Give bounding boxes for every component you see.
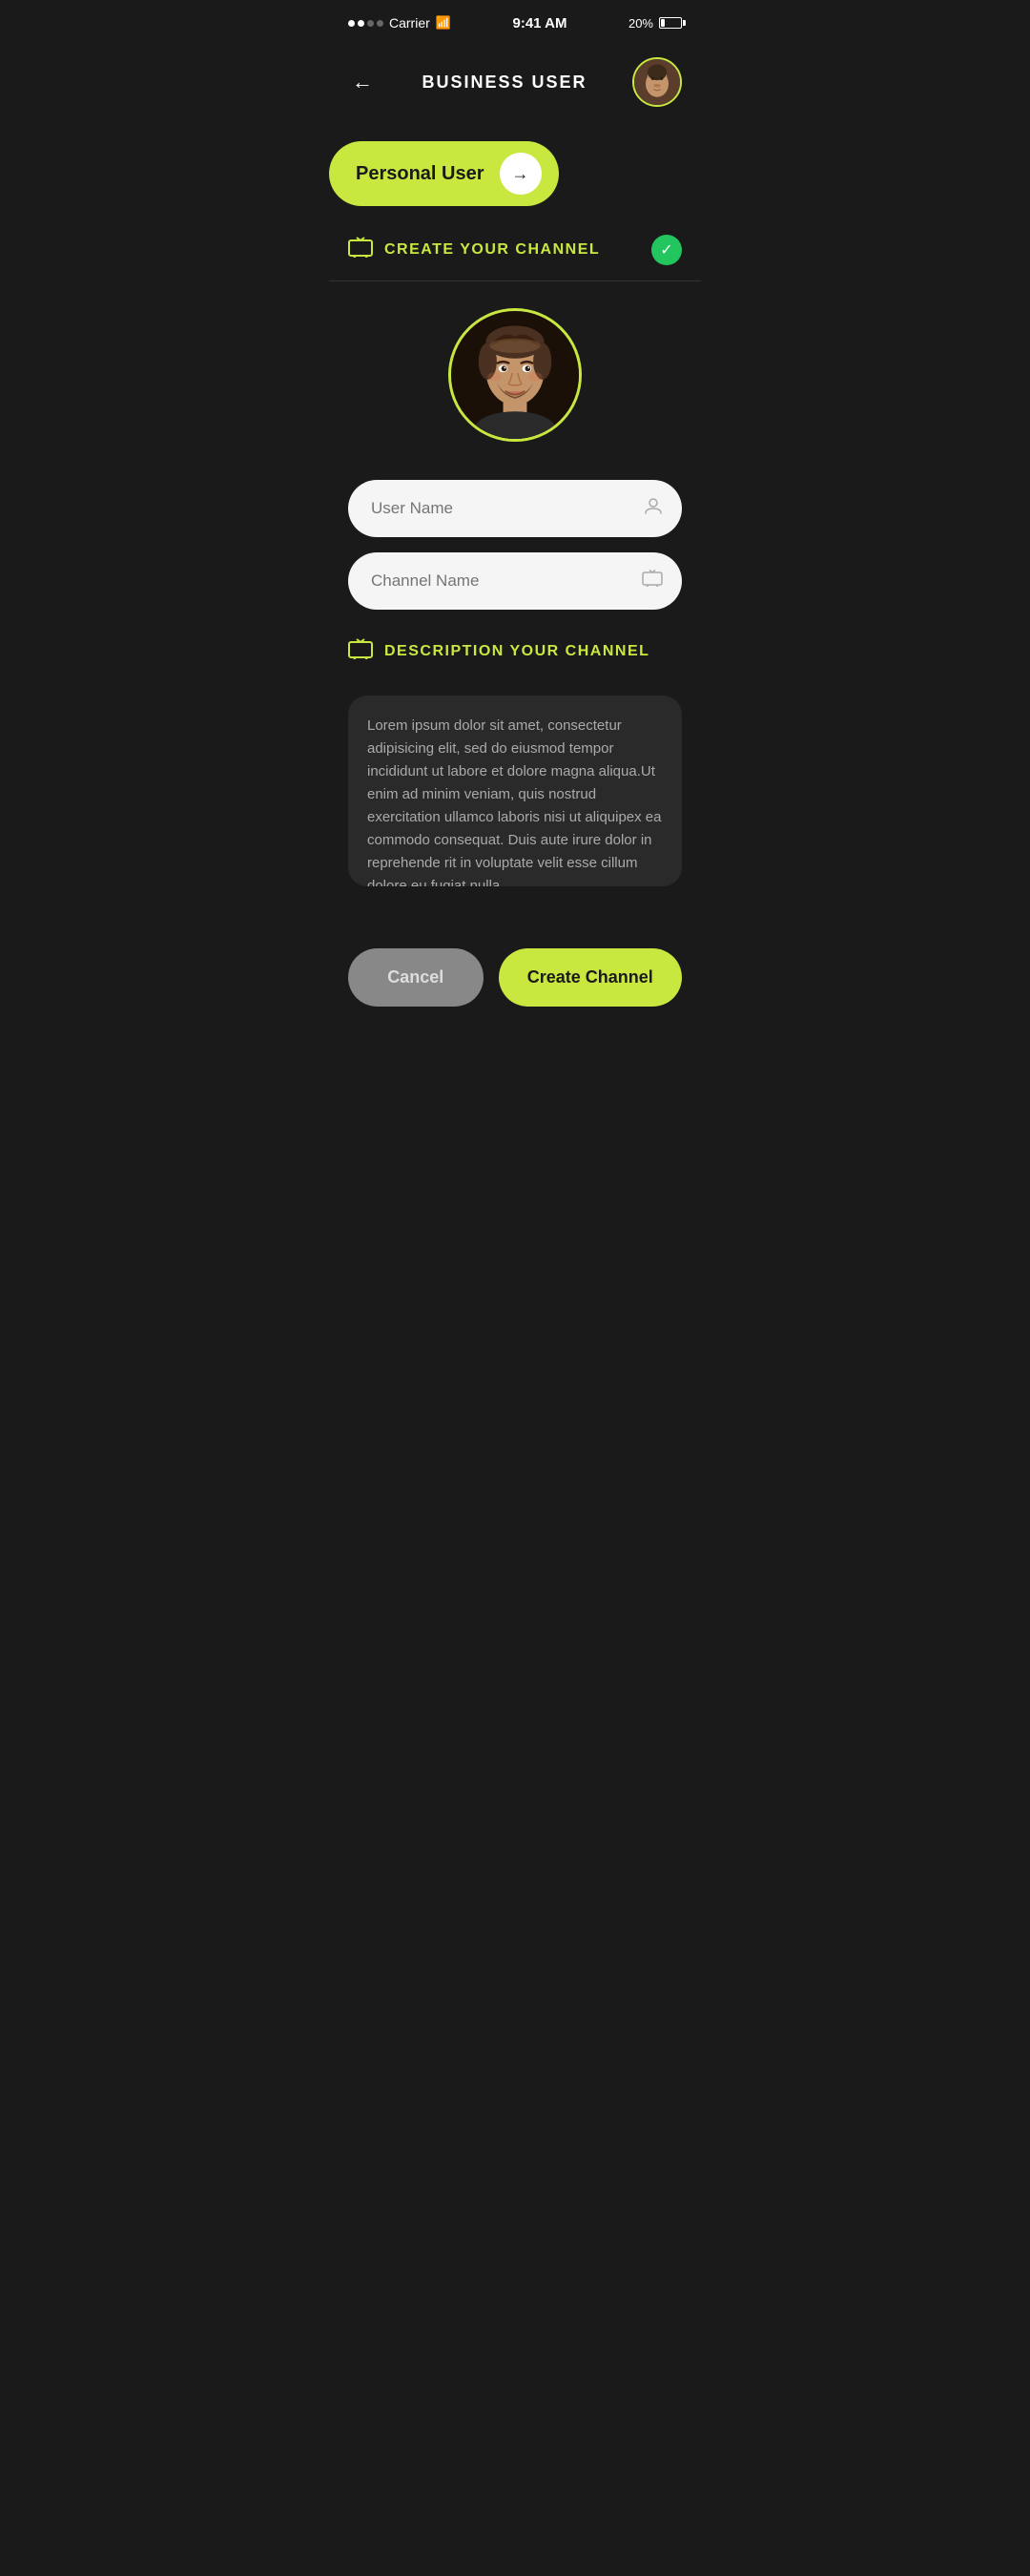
create-channel-button[interactable]: Create Channel xyxy=(499,948,682,1007)
description-section: Lorem ipsum dolor sit amet, consectetur … xyxy=(329,696,701,891)
signal-dot-4 xyxy=(377,20,383,27)
channel-name-input[interactable] xyxy=(348,552,682,610)
create-channel-header: CREATE YOUR CHANNEL ✓ xyxy=(329,235,701,281)
personal-user-label: Personal User xyxy=(356,163,484,185)
profile-face-svg xyxy=(451,311,579,439)
profile-avatar-large[interactable] xyxy=(448,308,582,442)
signal-dot-1 xyxy=(348,20,355,27)
header-avatar[interactable] xyxy=(632,57,682,107)
signal-dot-2 xyxy=(358,20,364,27)
create-channel-title: CREATE YOUR CHANNEL xyxy=(384,241,640,259)
description-textarea[interactable]: Lorem ipsum dolor sit amet, consectetur … xyxy=(348,696,682,886)
channel-tv-icon xyxy=(642,570,663,592)
username-input[interactable] xyxy=(348,480,682,537)
bottom-buttons: Cancel Create Channel xyxy=(329,929,701,1045)
back-button[interactable]: ← xyxy=(348,66,377,98)
tv-icon-description xyxy=(348,638,373,665)
channelname-wrapper xyxy=(348,552,682,610)
status-time: 9:41 AM xyxy=(512,15,566,31)
header-avatar-image xyxy=(634,59,680,105)
personal-user-arrow: → xyxy=(500,153,542,195)
arrow-icon: → xyxy=(512,164,529,184)
status-left: Carrier 📶 xyxy=(348,15,451,31)
header: ← BUSINESS USER xyxy=(329,42,701,126)
signal-dots xyxy=(348,20,383,27)
page-title: BUSINESS USER xyxy=(422,73,587,93)
battery-icon xyxy=(659,17,682,29)
checkmark: ✓ xyxy=(660,240,672,260)
status-right: 20% xyxy=(628,16,682,31)
personal-user-section: Personal User → xyxy=(329,141,701,206)
cancel-button[interactable]: Cancel xyxy=(348,948,484,1007)
input-section xyxy=(329,480,701,610)
status-bar: Carrier 📶 9:41 AM 20% xyxy=(329,0,701,42)
personal-user-button[interactable]: Personal User → xyxy=(329,141,559,206)
username-wrapper xyxy=(348,480,682,537)
wifi-icon: 📶 xyxy=(436,15,451,31)
description-title: DESCRIPTION YOUR CHANNEL xyxy=(384,643,682,660)
signal-dot-3 xyxy=(367,20,374,27)
carrier-label: Carrier xyxy=(389,15,430,31)
tv-icon-create xyxy=(348,237,373,263)
user-icon xyxy=(644,496,663,521)
description-header: DESCRIPTION YOUR CHANNEL xyxy=(329,638,701,680)
check-icon: ✓ xyxy=(651,235,682,265)
battery-percent: 20% xyxy=(628,16,653,31)
profile-face xyxy=(451,311,579,439)
profile-avatar-section xyxy=(329,308,701,442)
avatar-face-svg xyxy=(634,59,680,105)
